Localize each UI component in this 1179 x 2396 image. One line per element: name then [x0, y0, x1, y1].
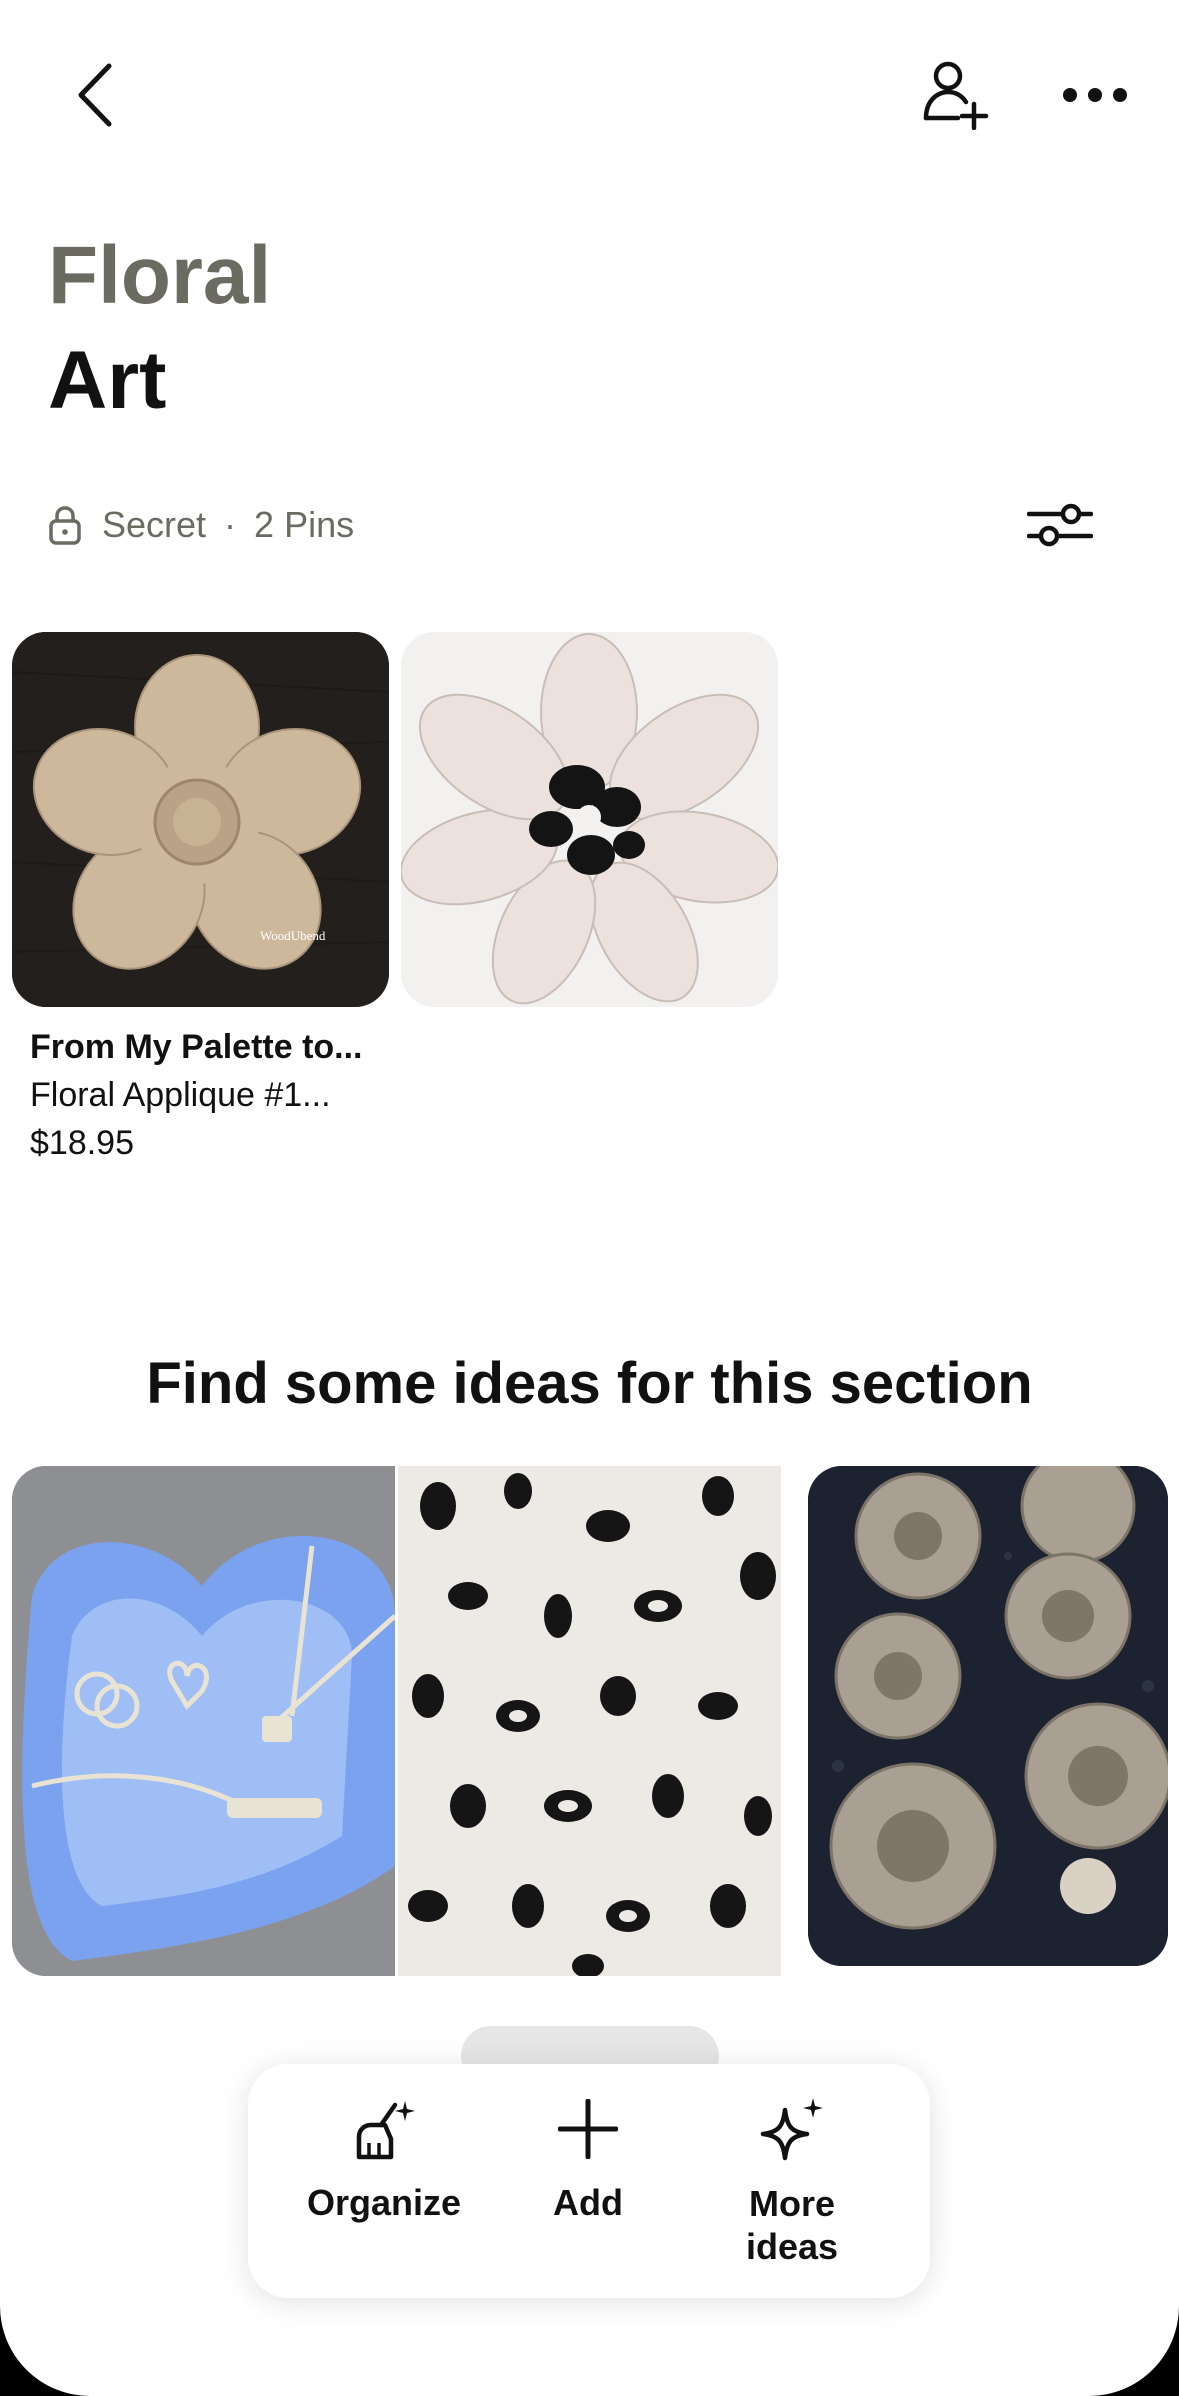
more-ideas-button[interactable]: More ideas: [692, 2094, 892, 2268]
board-screen: Floral Art Secret · 2 Pins WoodUbend Fro…: [0, 0, 1179, 2396]
image-watermark: WoodUbend: [260, 928, 326, 943]
board-action-bar: Organize Add More ideas: [248, 2064, 930, 2298]
ideas-heading: Find some ideas for this section: [146, 1351, 1033, 1416]
chevron-left-icon: [78, 63, 112, 127]
lock-icon: [49, 506, 81, 545]
pin-image-clay-flower[interactable]: WoodUbend: [12, 632, 389, 1007]
back-button[interactable]: [50, 50, 140, 140]
board-title-line-2: Art: [48, 335, 167, 426]
organize-label: Organize: [306, 2182, 462, 2223]
pin-subtitle: Floral Applique #1...: [30, 1076, 331, 1114]
sparkle-icon: [760, 2098, 823, 2161]
idea-image-heart-dish[interactable]: [12, 1466, 395, 1976]
more-ideas-label: More ideas: [745, 2183, 839, 2268]
organize-button[interactable]: Organize: [284, 2094, 484, 2224]
add-collaborator-icon: [923, 61, 989, 130]
invite-collaborator-button[interactable]: [900, 50, 1010, 140]
add-label: Add: [553, 2182, 623, 2223]
board-title-line-1: Floral: [48, 230, 272, 321]
more-options-button[interactable]: [1050, 50, 1140, 140]
add-button[interactable]: Add: [488, 2094, 688, 2224]
idea-image-clay-flower-pots[interactable]: [808, 1466, 1168, 1966]
more-dots-icon: [1063, 88, 1127, 102]
visibility-label: Secret: [102, 504, 207, 545]
pin-price: $18.95: [30, 1124, 134, 1162]
broom-sparkle-icon: [356, 2101, 415, 2160]
plus-icon: [558, 2099, 618, 2159]
idea-image-leopard-print[interactable]: [398, 1466, 781, 1976]
meta-separator: ·: [224, 504, 237, 545]
filter-sliders-icon: [1027, 503, 1093, 547]
pin-title[interactable]: From My Palette to...: [30, 1028, 363, 1067]
board-meta: Secret · 2 Pins: [48, 500, 354, 550]
filter-button[interactable]: [1020, 490, 1100, 560]
pin-image-ink-flower[interactable]: [401, 632, 778, 1007]
pin-count: 2 Pins: [254, 504, 355, 545]
